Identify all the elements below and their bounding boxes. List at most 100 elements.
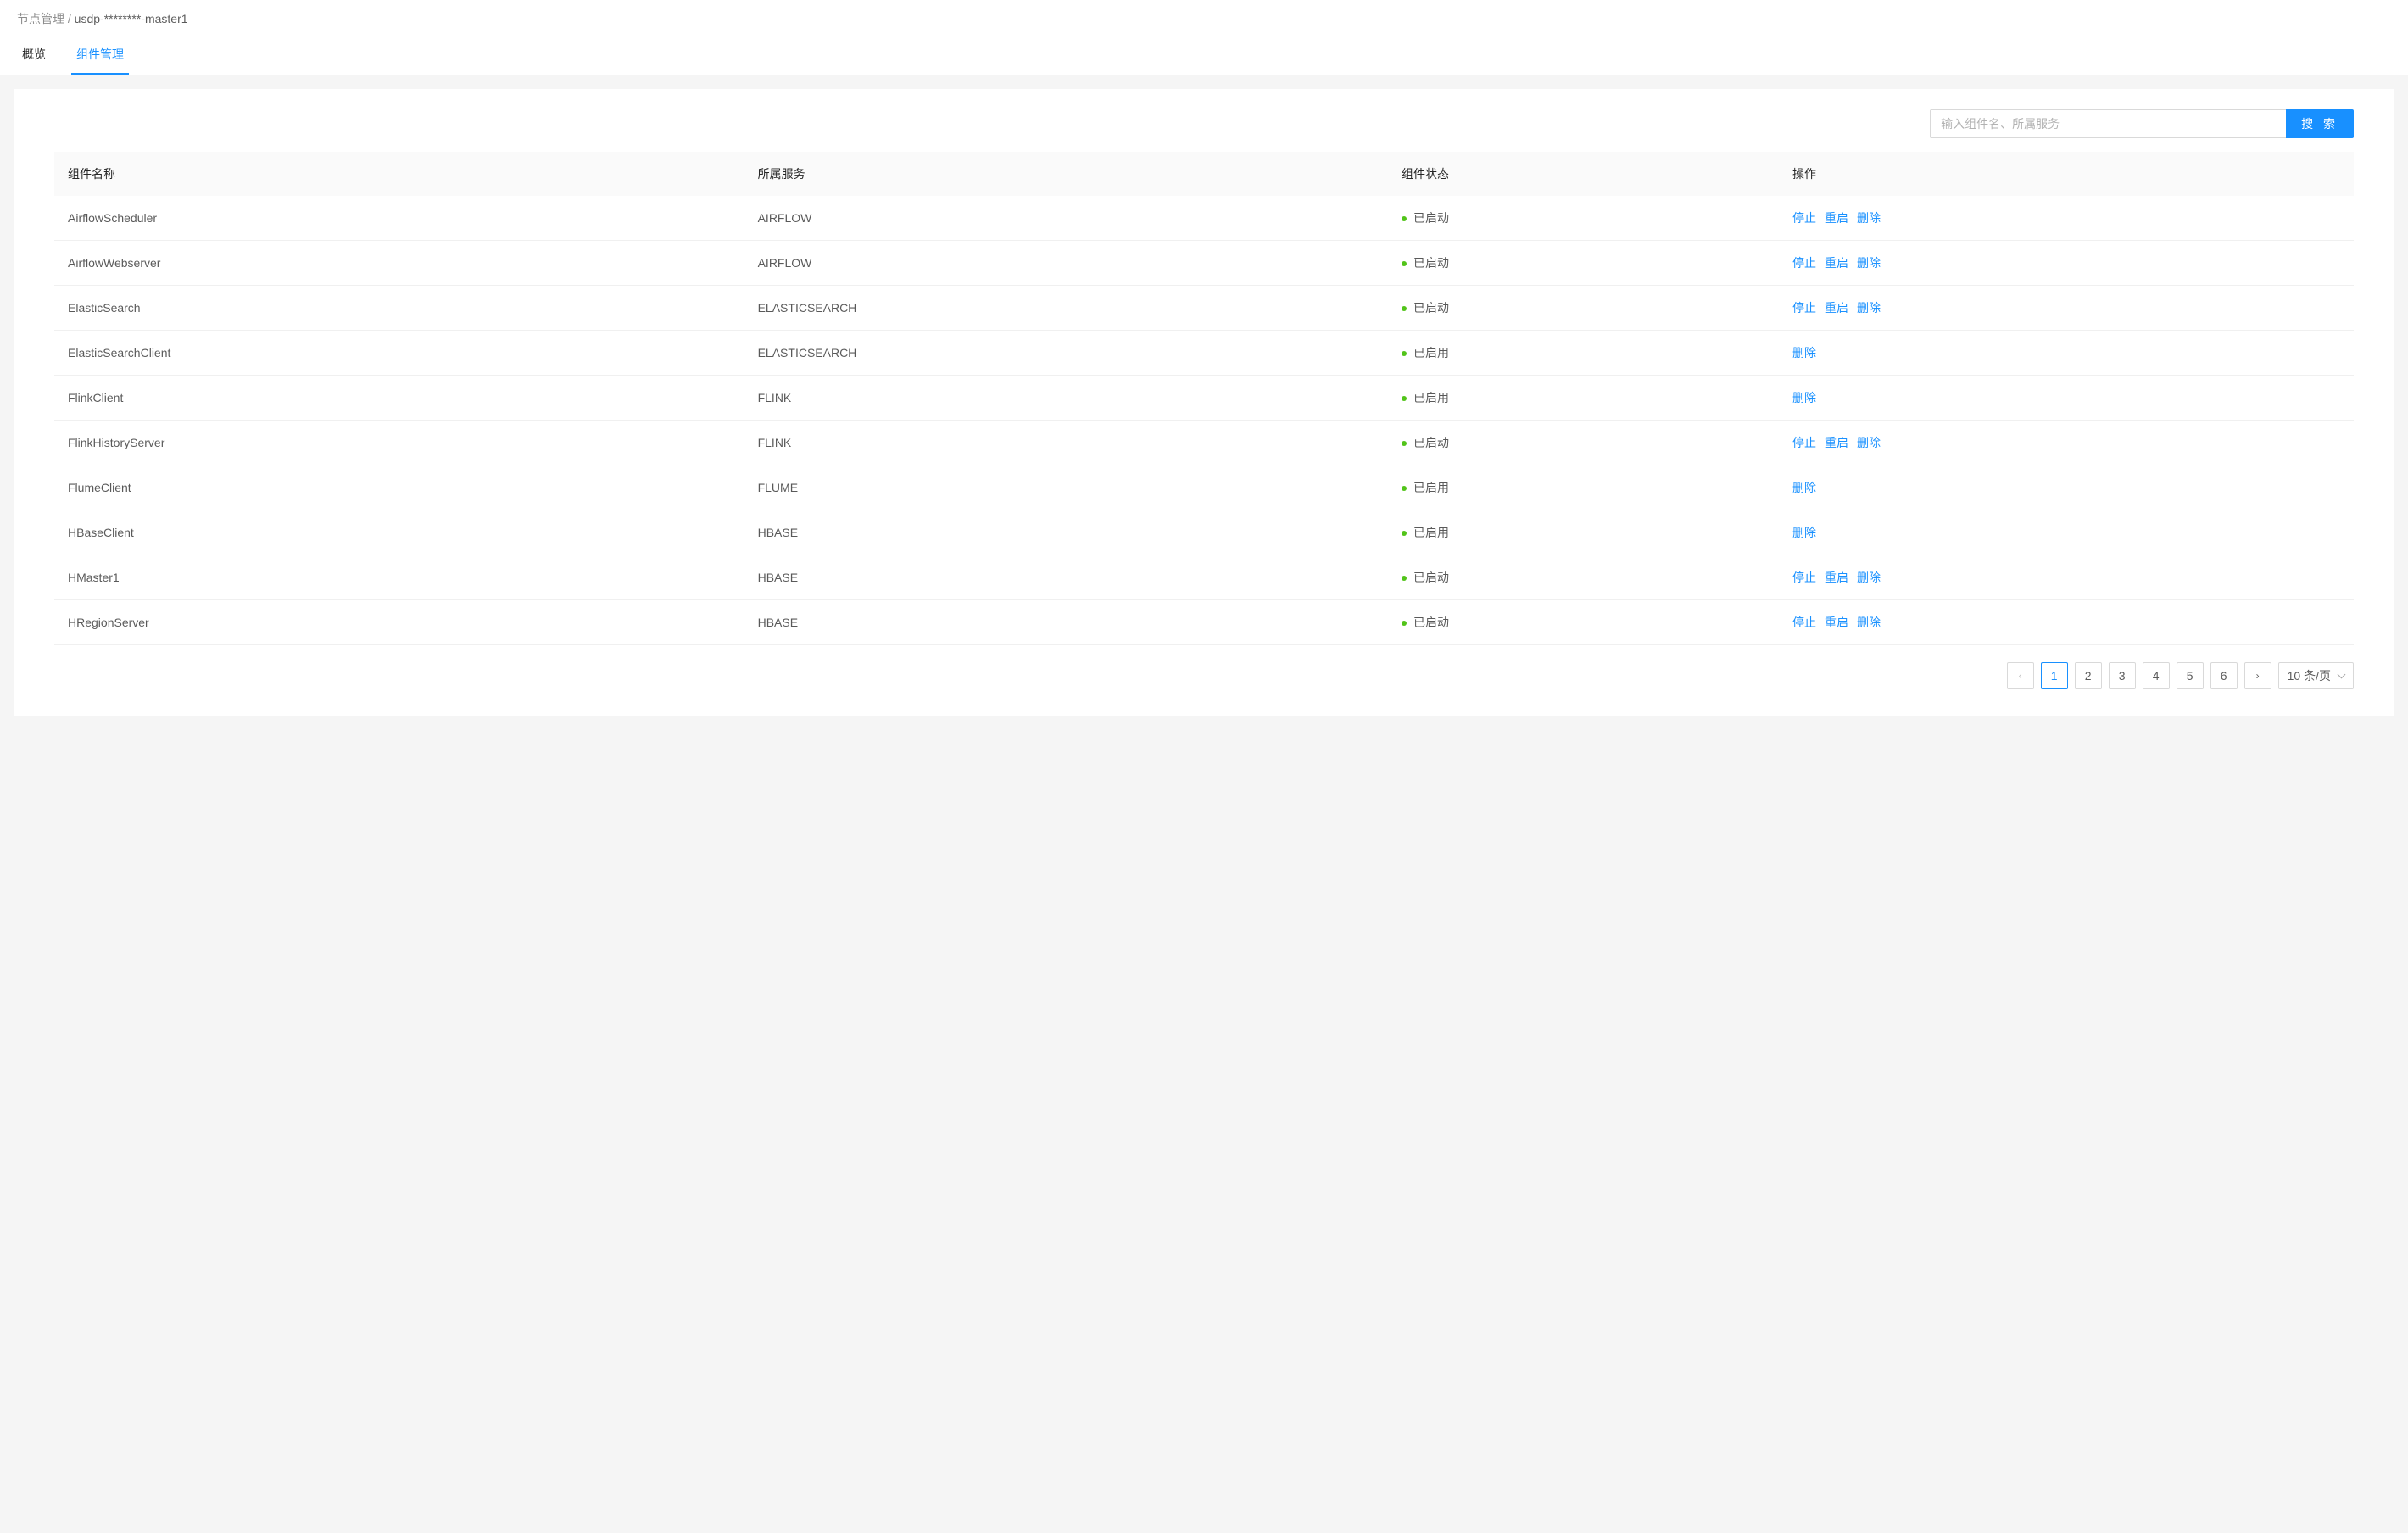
action-delete[interactable]: 删除: [1792, 481, 1816, 494]
pagination-page-1[interactable]: 1: [2041, 662, 2068, 689]
action-stop[interactable]: 停止: [1792, 256, 1816, 270]
pagination-page-5[interactable]: 5: [2177, 662, 2204, 689]
pagination-page-3[interactable]: 3: [2109, 662, 2136, 689]
cell-actions: 删除: [1779, 465, 2354, 510]
status-dot-icon: [1402, 531, 1407, 536]
action-delete[interactable]: 删除: [1857, 436, 1881, 449]
status-text: 已启动: [1413, 211, 1449, 225]
search-input[interactable]: [1930, 109, 2286, 138]
action-restart[interactable]: 重启: [1825, 436, 1848, 449]
action-delete[interactable]: 删除: [1792, 526, 1816, 539]
action-restart[interactable]: 重启: [1825, 211, 1848, 225]
tab-component-management[interactable]: 组件管理: [71, 36, 129, 75]
status-text: 已启动: [1413, 616, 1449, 629]
status-text: 已启动: [1413, 256, 1449, 270]
cell-component-name: ElasticSearch: [54, 286, 744, 331]
pagination-page-2[interactable]: 2: [2075, 662, 2102, 689]
status-dot-icon: [1402, 261, 1407, 266]
action-delete[interactable]: 删除: [1792, 391, 1816, 404]
cell-component-name: AirflowScheduler: [54, 196, 744, 241]
table-row: ElasticSearchClientELASTICSEARCH 已启用 删除: [54, 331, 2354, 376]
cell-actions: 删除: [1779, 331, 2354, 376]
breadcrumb-root[interactable]: 节点管理: [17, 12, 64, 25]
action-restart[interactable]: 重启: [1825, 616, 1848, 629]
table-row: HRegionServerHBASE 已启动 停止重启删除: [54, 600, 2354, 645]
action-delete[interactable]: 删除: [1857, 256, 1881, 270]
table-row: AirflowWebserverAIRFLOW已启动停止重启删除: [54, 241, 2354, 286]
th-component-name: 组件名称: [54, 152, 744, 196]
cell-actions: 停止重启删除: [1779, 600, 2354, 645]
action-delete[interactable]: 删除: [1857, 211, 1881, 225]
table-row: FlumeClientFLUME已启用删除: [54, 465, 2354, 510]
cell-status: 已启动: [1388, 555, 1779, 600]
status-text: 已启用: [1413, 526, 1449, 539]
th-service: 所属服务: [744, 152, 1388, 196]
status-text: 已启用: [1413, 346, 1449, 360]
action-restart[interactable]: 重启: [1825, 571, 1848, 584]
page-size-label: 10 条/页: [2288, 667, 2331, 684]
action-delete[interactable]: 删除: [1792, 346, 1816, 360]
pagination-page-4[interactable]: 4: [2143, 662, 2170, 689]
action-restart[interactable]: 重启: [1825, 256, 1848, 270]
cell-service: FLINK: [744, 421, 1388, 465]
status-dot-icon: [1402, 216, 1407, 221]
action-delete[interactable]: 删除: [1857, 571, 1881, 584]
chevron-down-icon: [2338, 672, 2344, 679]
cell-status: 已启动: [1388, 196, 1779, 241]
cell-component-name: HBaseClient: [54, 510, 744, 555]
breadcrumb-separator: /: [68, 12, 71, 25]
action-delete[interactable]: 删除: [1857, 301, 1881, 315]
status-dot-icon: [1402, 486, 1407, 491]
cell-actions: 停止重启删除: [1779, 196, 2354, 241]
status-text: 已启动: [1413, 571, 1449, 584]
cell-service: ELASTICSEARCH: [744, 286, 1388, 331]
cell-status: 已启用: [1388, 376, 1779, 421]
breadcrumb: 节点管理 / usdp-********-master1: [17, 10, 2391, 36]
status-dot-icon: [1402, 576, 1407, 581]
cell-service: AIRFLOW: [744, 196, 1388, 241]
th-status: 组件状态: [1388, 152, 1779, 196]
pagination-prev[interactable]: ‹: [2007, 662, 2034, 689]
cell-status: 已启动: [1388, 421, 1779, 465]
table-row: FlinkHistoryServerFLINK 已启动 停止重启删除: [54, 421, 2354, 465]
cell-service: HBASE: [744, 510, 1388, 555]
cell-status: 已启用: [1388, 510, 1779, 555]
cell-service: HBASE: [744, 555, 1388, 600]
action-stop[interactable]: 停止: [1792, 301, 1816, 315]
cell-actions: 删除: [1779, 376, 2354, 421]
cell-service: ELASTICSEARCH: [744, 331, 1388, 376]
content-card: 搜 索 组件名称 所属服务 组件状态 操作 AirflowSchedulerAI…: [14, 89, 2394, 716]
cell-service: FLUME: [744, 465, 1388, 510]
status-dot-icon: [1402, 396, 1407, 401]
cell-status: 已启用: [1388, 331, 1779, 376]
action-delete[interactable]: 删除: [1857, 616, 1881, 629]
cell-component-name: AirflowWebserver: [54, 241, 744, 286]
cell-component-name: FlumeClient: [54, 465, 744, 510]
status-dot-icon: [1402, 351, 1407, 356]
action-stop[interactable]: 停止: [1792, 571, 1816, 584]
action-stop[interactable]: 停止: [1792, 211, 1816, 225]
cell-actions: 停止重启删除: [1779, 421, 2354, 465]
cell-component-name: ElasticSearchClient: [54, 331, 744, 376]
th-action: 操作: [1779, 152, 2354, 196]
cell-service: HBASE: [744, 600, 1388, 645]
cell-component-name: HRegionServer: [54, 600, 744, 645]
pagination-next[interactable]: ›: [2244, 662, 2271, 689]
cell-actions: 删除: [1779, 510, 2354, 555]
cell-service: FLINK: [744, 376, 1388, 421]
chevron-right-icon: ›: [2256, 670, 2260, 682]
page-size-selector[interactable]: 10 条/页: [2278, 662, 2354, 689]
action-stop[interactable]: 停止: [1792, 436, 1816, 449]
cell-actions: 停止重启删除: [1779, 286, 2354, 331]
status-dot-icon: [1402, 441, 1407, 446]
tab-overview[interactable]: 概览: [17, 36, 51, 75]
cell-component-name: FlinkHistoryServer: [54, 421, 744, 465]
pagination-page-6[interactable]: 6: [2210, 662, 2238, 689]
search-button[interactable]: 搜 索: [2286, 109, 2354, 138]
action-restart[interactable]: 重启: [1825, 301, 1848, 315]
status-text: 已启动: [1413, 436, 1449, 449]
cell-status: 已启用: [1388, 465, 1779, 510]
action-stop[interactable]: 停止: [1792, 616, 1816, 629]
table-row: AirflowSchedulerAIRFLOW 已启动 停止重启删除: [54, 196, 2354, 241]
pagination: ‹ 123456 › 10 条/页: [54, 662, 2354, 689]
